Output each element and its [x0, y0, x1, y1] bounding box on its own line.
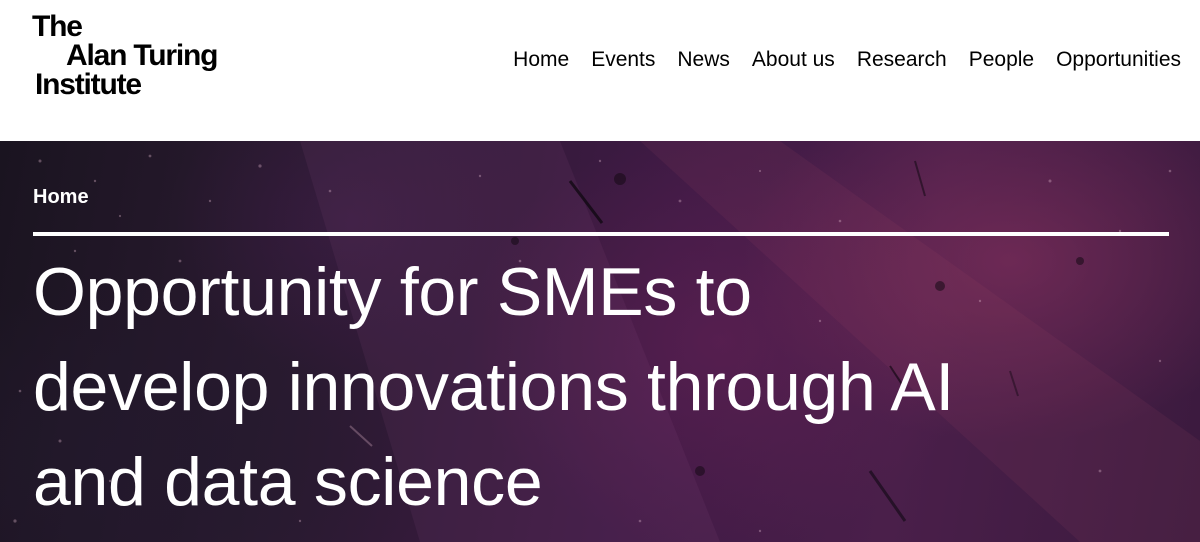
breadcrumb-home[interactable]: Home — [33, 186, 89, 209]
hero-banner: Home Opportunity for SMEs to develop inno… — [0, 141, 1200, 542]
logo-line-1: The — [32, 10, 83, 43]
logo-line-2: Alan Turing — [66, 39, 218, 72]
nav-news[interactable]: News — [677, 48, 730, 72]
hero-divider — [33, 232, 1169, 236]
title-line-3: and data science — [33, 444, 543, 520]
nav-events[interactable]: Events — [591, 48, 655, 72]
page: The Alan Turing Institute Home Events Ne… — [0, 0, 1200, 542]
title-line-1: Opportunity for SMEs to — [33, 254, 752, 330]
title-line-2: develop innovations through AI — [33, 349, 955, 425]
nav-research[interactable]: Research — [857, 48, 947, 72]
nav-home[interactable]: Home — [513, 48, 569, 72]
site-header: The Alan Turing Institute Home Events Ne… — [0, 0, 1200, 141]
turing-logo[interactable]: The Alan Turing Institute — [32, 12, 252, 104]
main-nav: Home Events News About us Research Peopl… — [513, 48, 1181, 72]
page-title: Opportunity for SMEs to develop innovatio… — [33, 245, 1173, 530]
nav-people[interactable]: People — [969, 48, 1034, 72]
nav-about-us[interactable]: About us — [752, 48, 835, 72]
nav-opportunities[interactable]: Opportunities — [1056, 48, 1181, 72]
logo-line-3: Institute — [35, 68, 142, 101]
